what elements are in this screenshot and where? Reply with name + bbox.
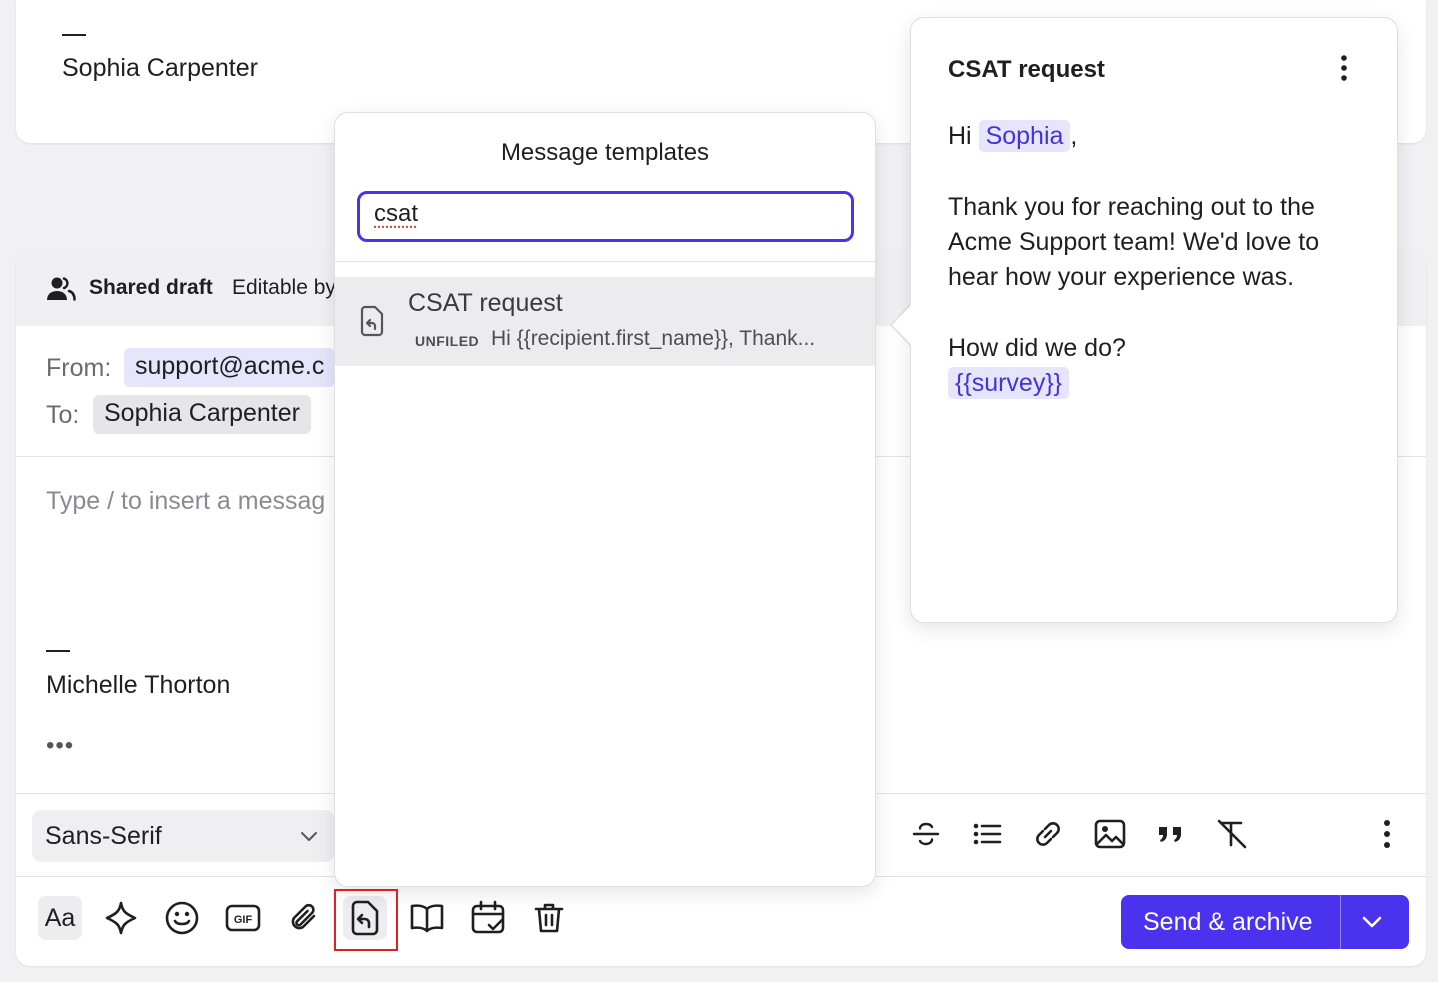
signature-dash [46,650,70,652]
from-label: From: [46,354,112,382]
shared-draft-title: Shared draft [89,276,213,299]
font-family-select[interactable]: Sans-Serif [32,810,335,862]
send-and-archive-button[interactable]: Send & archive [1121,895,1409,949]
template-folder-badge: UNFILED [415,333,480,349]
show-more-button[interactable]: ••• [46,732,74,760]
signature-dash [62,34,86,36]
template-search-field[interactable] [357,191,854,242]
previous-signature-name: Sophia Carpenter [62,54,258,82]
recipient-variable-chip: Sophia [978,120,1071,152]
strikethrough-icon[interactable] [907,815,945,853]
schedule-send-icon[interactable] [466,896,510,940]
link-icon[interactable] [1029,815,1067,853]
greeting-prefix: Hi [948,122,972,150]
svg-text:GIF: GIF [234,914,253,926]
bulleted-list-icon[interactable] [968,815,1006,853]
templates-button-highlight [334,889,398,951]
template-name: CSAT request [408,289,563,317]
to-label: To: [46,401,80,429]
preview-pointer-fill [892,304,912,346]
clear-formatting-icon[interactable] [1213,815,1251,853]
ai-sparkle-icon[interactable] [99,896,143,940]
send-options-chevron-icon[interactable] [1361,913,1383,936]
template-search-input[interactable] [374,200,834,228]
template-preview-card: CSAT request Hi Sophia, Thank you for re… [910,17,1398,623]
preview-question: How did we do? [948,334,1126,362]
send-button-separator [1340,895,1341,949]
popover-title: Message templates [500,139,710,166]
preview-greeting: Hi Sophia, [948,119,1368,154]
aa-label: Aa [44,903,76,932]
preview-survey-line: {{survey}} [948,366,1368,401]
knowledge-base-icon[interactable] [405,896,449,940]
attachment-icon[interactable] [282,896,326,940]
survey-variable-chip: {{survey}} [948,367,1070,399]
quote-icon[interactable] [1152,815,1190,853]
send-and-archive-label: Send & archive [1143,908,1313,936]
popover-divider [335,261,875,262]
template-reply-icon [359,305,385,342]
recipient-chip[interactable]: Sophia Carpenter [93,395,311,434]
message-body-input[interactable]: Type / to insert a messag [46,487,325,516]
text-formatting-button[interactable]: Aa [38,896,82,940]
image-icon[interactable] [1091,815,1129,853]
message-templates-popover: Message templates CSAT request UNFILED H… [334,112,876,887]
delete-draft-icon[interactable] [527,896,571,940]
template-result-item[interactable]: CSAT request UNFILED Hi {{recipient.firs… [335,277,875,366]
gif-icon[interactable]: GIF [221,896,265,940]
from-address-chip[interactable]: support@acme.c [124,348,336,387]
chevron-down-icon [299,826,319,851]
preview-more-icon[interactable] [1339,54,1349,87]
users-icon [46,276,76,307]
emoji-icon[interactable] [160,896,204,940]
more-options-icon[interactable] [1368,815,1406,853]
greeting-suffix: , [1070,122,1078,150]
shared-draft-subtitle: Editable by [232,276,336,299]
template-preview-text: Hi {{recipient.first_name}}, Thank... [491,327,816,350]
preview-title: CSAT request [948,56,1105,83]
preview-paragraph: Thank you for reaching out to the Acme S… [948,193,1320,291]
signature-name: Michelle Thorton [46,671,231,699]
font-family-value: Sans-Serif [45,822,162,850]
